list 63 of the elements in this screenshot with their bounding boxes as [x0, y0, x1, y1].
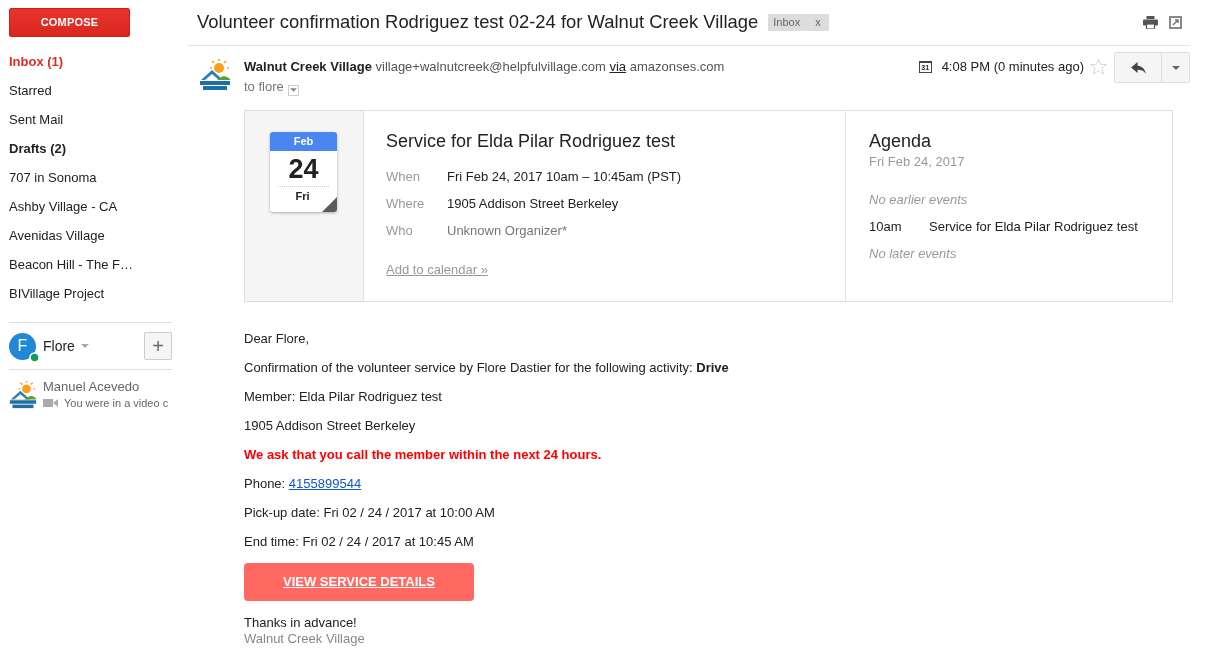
signature-text: Walnut Creek Village: [244, 631, 365, 647]
square-arrow-icon[interactable]: [1169, 16, 1182, 29]
phone-line: Phone: 4155899544: [244, 476, 362, 492]
date-month: Feb: [270, 132, 337, 151]
date-day: 24: [278, 153, 329, 187]
compose-button[interactable]: COMPOSE: [9, 8, 130, 37]
detail-value: Unknown Organizer*: [447, 222, 567, 240]
agenda-date: Fri Feb 24, 2017: [869, 154, 965, 170]
agenda-note: No later events: [869, 245, 957, 263]
recipient-text: to flore: [244, 79, 284, 94]
avatar-circle[interactable]: F: [9, 332, 36, 360]
label-text: Inbox: [773, 15, 801, 31]
email-time: 4:08 PM (0 minutes ago): [941, 59, 1084, 75]
closing-text: Thanks in advance!: [244, 615, 357, 631]
body-text: Dear Flore,: [244, 331, 310, 347]
detail-value: 1905 Addison Street Berkeley: [447, 195, 619, 213]
contact-status: You were in a video c: [64, 396, 169, 411]
folded-corner-icon: [322, 197, 337, 212]
agenda-note: No earlier events: [869, 191, 968, 209]
alert-text: We ask that you call the member within the next 24 hours.: [244, 447, 602, 463]
agenda-event-title[interactable]: Service for Elda Pilar Rodriguez test: [929, 213, 1138, 240]
detail-value: Fri Feb 24, 2017 10am – 10:45am (PST): [447, 168, 682, 186]
body-text: Pick-up date: Fri 02 / 24 / 2017 at 10:00 AM: [244, 505, 495, 521]
sender-address: village+walnutcreek@helpfulvillage.com: [375, 59, 606, 74]
detail-label: Who: [386, 222, 414, 240]
folder-link[interactable]: Sent Mail: [0, 105, 64, 134]
star-icon[interactable]: [1090, 58, 1107, 75]
folder-link[interactable]: Avenidas Village: [0, 221, 105, 250]
email-subject: Volunteer confirmation Rodriguez test 02-24 for Walnut Creek Village: [197, 11, 759, 34]
detail-label: When: [386, 168, 421, 186]
body-text: Member: Elda Pilar Rodriguez test: [244, 389, 442, 405]
folder-link[interactable]: Drafts (2): [0, 134, 67, 163]
detail-label: Where: [386, 195, 426, 213]
folder-link[interactable]: Beacon Hill - The F…: [0, 250, 134, 279]
date-weekday: Fri: [295, 189, 310, 204]
agenda-event-time: 10am: [869, 218, 903, 236]
body-text: End time: Fri 02 / 24 / 2017 at 10:45 AM: [244, 534, 474, 550]
event-title: Service for Elda Pilar Rodriguez test: [386, 130, 676, 152]
body-text: 1905 Addison Street Berkeley: [244, 418, 416, 434]
agenda-title: Agenda: [869, 130, 932, 152]
sender-name: Walnut Creek Village: [244, 59, 372, 74]
add-button[interactable]: +: [144, 332, 172, 360]
folder-link[interactable]: Starred: [0, 76, 52, 105]
contact-name[interactable]: Manuel Acevedo: [43, 379, 140, 395]
folder-link[interactable]: 707 in Sonoma: [0, 163, 97, 192]
video-camera-icon: [43, 398, 58, 409]
via-link[interactable]: via: [609, 59, 627, 74]
details-dropdown[interactable]: [287, 84, 299, 96]
folder-link[interactable]: BIVillage Project: [0, 279, 105, 308]
body-text: Confirmation of the volunteer service by Flore Dastier for the following activity: Drive: [244, 360, 729, 376]
caret-icon: [80, 344, 89, 348]
user-name[interactable]: Flore: [43, 335, 75, 357]
phone-link[interactable]: 4155899544: [288, 476, 362, 491]
folder-link[interactable]: Inbox (1): [0, 47, 64, 76]
sun-house-logo-icon: [199, 59, 231, 91]
caret-icon: [289, 88, 297, 92]
caret-icon: [1171, 65, 1180, 70]
via-domain: amazonses.com: [629, 59, 725, 74]
folder-link[interactable]: Ashby Village - CA: [0, 192, 118, 221]
reply-arrow-icon: [1130, 61, 1146, 74]
remove-label-button[interactable]: x: [812, 17, 824, 28]
sun-house-logo-icon: [9, 381, 37, 410]
printer-icon[interactable]: [1143, 16, 1158, 29]
